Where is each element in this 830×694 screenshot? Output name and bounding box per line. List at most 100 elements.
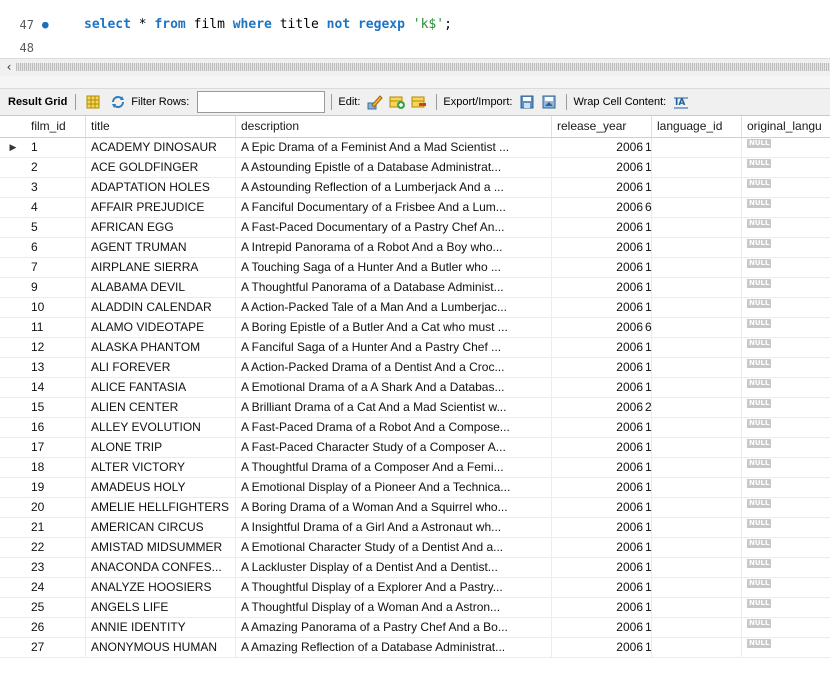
cell-film-id[interactable]: 11 xyxy=(26,318,86,337)
cell-description[interactable]: A Fast-Paced Documentary of a Pastry Che… xyxy=(236,218,552,237)
cell-release-year[interactable]: 2006 xyxy=(552,418,652,437)
cell-film-id[interactable]: 12 xyxy=(26,338,86,357)
table-row[interactable]: 7 AIRPLANE SIERRA A Touching Saga of a Hun… xyxy=(0,258,830,278)
cell-film-id[interactable]: 22 xyxy=(26,538,86,557)
cell-description[interactable]: A Boring Drama of a Woman And a Squirrel… xyxy=(236,498,552,517)
cell-original-langu[interactable]: NULL xyxy=(742,538,830,557)
cell-language-id[interactable]: 1 xyxy=(640,378,742,397)
cell-release-year[interactable]: 2006 xyxy=(552,158,652,177)
cell-description[interactable]: A Thoughtful Display of a Woman And a As… xyxy=(236,598,552,617)
column-header-film-id[interactable]: film_id xyxy=(26,116,86,137)
cell-language-id[interactable]: 1 xyxy=(640,498,742,517)
cell-original-langu[interactable]: NULL xyxy=(742,638,830,657)
cell-film-id[interactable]: 4 xyxy=(26,198,86,217)
cell-original-langu[interactable]: NULL xyxy=(742,298,830,317)
cell-original-langu[interactable]: NULL xyxy=(742,458,830,477)
cell-language-id[interactable]: 1 xyxy=(640,238,742,257)
cell-title[interactable]: ACE GOLDFINGER xyxy=(86,158,236,177)
cell-language-id[interactable]: 6 xyxy=(640,198,742,217)
cell-description[interactable]: A Fast-Paced Character Study of a Compos… xyxy=(236,438,552,457)
cell-title[interactable]: ALASKA PHANTOM xyxy=(86,338,236,357)
cell-title[interactable]: ANGELS LIFE xyxy=(86,598,236,617)
column-header-title[interactable]: title xyxy=(86,116,236,137)
cell-title[interactable]: AMISTAD MIDSUMMER xyxy=(86,538,236,557)
cell-film-id[interactable]: 24 xyxy=(26,578,86,597)
cell-language-id[interactable]: 1 xyxy=(640,178,742,197)
cell-release-year[interactable]: 2006 xyxy=(552,198,652,217)
cell-original-langu[interactable]: NULL xyxy=(742,278,830,297)
cell-release-year[interactable]: 2006 xyxy=(552,638,652,657)
cell-film-id[interactable]: 7 xyxy=(26,258,86,277)
table-row[interactable]: 10 ALADDIN CALENDAR A Action-Packed Tale o… xyxy=(0,298,830,318)
cell-film-id[interactable]: 23 xyxy=(26,558,86,577)
cell-description[interactable]: A Epic Drama of a Feminist And a Mad Sci… xyxy=(236,138,552,157)
cell-language-id[interactable]: 1 xyxy=(640,158,742,177)
filter-rows-input[interactable] xyxy=(197,91,326,113)
cell-release-year[interactable]: 2006 xyxy=(552,478,652,497)
cell-title[interactable]: ALABAMA DEVIL xyxy=(86,278,236,297)
cell-title[interactable]: ALIEN CENTER xyxy=(86,398,236,417)
cell-language-id[interactable]: 1 xyxy=(640,138,742,157)
table-row[interactable]: 5 AFRICAN EGG A Fast-Paced Documentary of … xyxy=(0,218,830,238)
cell-title[interactable]: AGENT TRUMAN xyxy=(86,238,236,257)
cell-title[interactable]: AFRICAN EGG xyxy=(86,218,236,237)
cell-release-year[interactable]: 2006 xyxy=(552,558,652,577)
cell-film-id[interactable]: 19 xyxy=(26,478,86,497)
cell-title[interactable]: AFFAIR PREJUDICE xyxy=(86,198,236,217)
cell-language-id[interactable]: 1 xyxy=(640,618,742,637)
import-icon[interactable] xyxy=(541,94,557,110)
cell-original-langu[interactable]: NULL xyxy=(742,338,830,357)
table-row[interactable]: 23 ANACONDA CONFES... A Lackluster Display… xyxy=(0,558,830,578)
table-row[interactable]: 24 ANALYZE HOOSIERS A Thoughtful Display o… xyxy=(0,578,830,598)
cell-language-id[interactable]: 1 xyxy=(640,218,742,237)
cell-description[interactable]: A Thoughtful Drama of a Composer And a F… xyxy=(236,458,552,477)
cell-title[interactable]: ALONE TRIP xyxy=(86,438,236,457)
cell-film-id[interactable]: 9 xyxy=(26,278,86,297)
column-header-original-langu[interactable]: original_langu xyxy=(742,116,830,137)
cell-language-id[interactable]: 1 xyxy=(640,558,742,577)
table-row[interactable]: 4 AFFAIR PREJUDICE A Fanciful Documentary … xyxy=(0,198,830,218)
cell-description[interactable]: A Intrepid Panorama of a Robot And a Boy… xyxy=(236,238,552,257)
export-icon[interactable] xyxy=(519,94,535,110)
cell-original-langu[interactable]: NULL xyxy=(742,478,830,497)
edit-pencil-icon[interactable] xyxy=(367,94,384,110)
table-row[interactable]: 19 AMADEUS HOLY A Emotional Display of a P… xyxy=(0,478,830,498)
cell-description[interactable]: A Lackluster Display of a Dentist And a … xyxy=(236,558,552,577)
cell-original-langu[interactable]: NULL xyxy=(742,578,830,597)
cell-title[interactable]: ALI FOREVER xyxy=(86,358,236,377)
cell-description[interactable]: A Brilliant Drama of a Cat And a Mad Sci… xyxy=(236,398,552,417)
cell-language-id[interactable]: 1 xyxy=(640,298,742,317)
cell-release-year[interactable]: 2006 xyxy=(552,378,652,397)
cell-title[interactable]: ALICE FANTASIA xyxy=(86,378,236,397)
cell-release-year[interactable]: 2006 xyxy=(552,338,652,357)
cell-release-year[interactable]: 2006 xyxy=(552,398,652,417)
cell-language-id[interactable]: 1 xyxy=(640,598,742,617)
cell-description[interactable]: A Touching Saga of a Hunter And a Butler… xyxy=(236,258,552,277)
table-row[interactable]: 2 ACE GOLDFINGER A Astounding Epistle of a… xyxy=(0,158,830,178)
editor-horizontal-scrollbar[interactable]: ‹ xyxy=(0,58,830,76)
cell-original-langu[interactable]: NULL xyxy=(742,178,830,197)
cell-release-year[interactable]: 2006 xyxy=(552,458,652,477)
cell-language-id[interactable]: 1 xyxy=(640,418,742,437)
cell-description[interactable]: A Thoughtful Panorama of a Database Admi… xyxy=(236,278,552,297)
cell-release-year[interactable]: 2006 xyxy=(552,298,652,317)
cell-film-id[interactable]: 10 xyxy=(26,298,86,317)
cell-original-langu[interactable]: NULL xyxy=(742,238,830,257)
column-header-language-id[interactable]: language_id xyxy=(652,116,742,137)
cell-description[interactable]: A Insightful Drama of a Girl And a Astro… xyxy=(236,518,552,537)
cell-release-year[interactable]: 2006 xyxy=(552,238,652,257)
table-row[interactable]: ▶ 1 ACADEMY DINOSAUR A Epic Drama of a Femi… xyxy=(0,138,830,158)
cell-release-year[interactable]: 2006 xyxy=(552,138,652,157)
sql-editor[interactable]: 47 ● select * from film where title not re… xyxy=(0,0,830,58)
cell-original-langu[interactable]: NULL xyxy=(742,158,830,177)
cell-film-id[interactable]: 20 xyxy=(26,498,86,517)
cell-description[interactable]: A Fast-Paced Drama of a Robot And a Comp… xyxy=(236,418,552,437)
cell-release-year[interactable]: 2006 xyxy=(552,598,652,617)
scroll-left-icon[interactable]: ‹ xyxy=(3,59,15,76)
cell-title[interactable]: ALAMO VIDEOTAPE xyxy=(86,318,236,337)
table-row[interactable]: 15 ALIEN CENTER A Brilliant Drama of a Cat… xyxy=(0,398,830,418)
cell-language-id[interactable]: 1 xyxy=(640,258,742,277)
cell-original-langu[interactable]: NULL xyxy=(742,378,830,397)
cell-film-id[interactable]: 6 xyxy=(26,238,86,257)
add-row-icon[interactable] xyxy=(389,94,406,110)
